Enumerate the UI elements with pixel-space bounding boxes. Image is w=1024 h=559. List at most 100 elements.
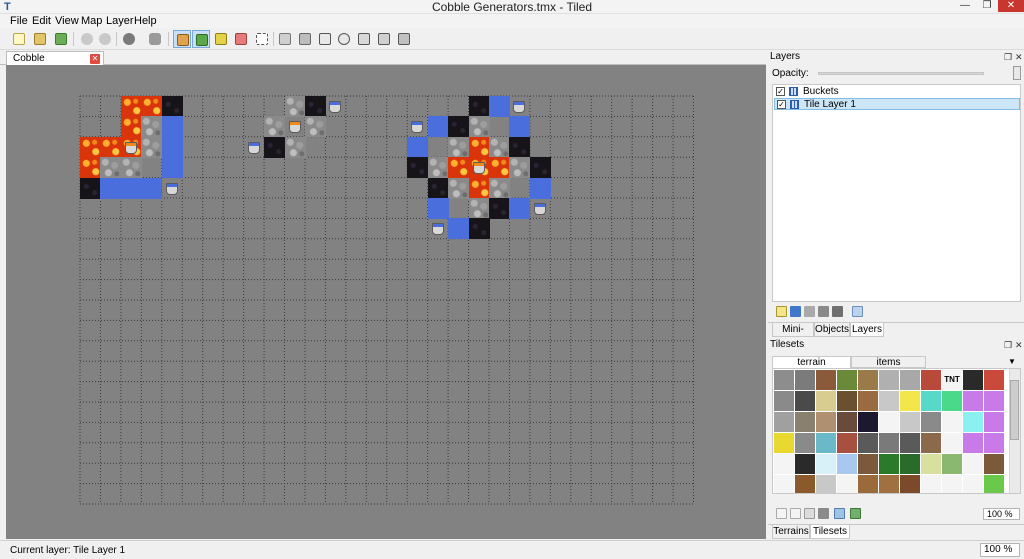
tileset-tile[interactable] (879, 370, 899, 390)
raise-layer-icon[interactable] (790, 306, 801, 317)
close-panel-icon[interactable]: ✕ (1015, 51, 1023, 63)
tileset-tile[interactable] (774, 412, 794, 432)
tileset-tile[interactable] (963, 475, 983, 493)
tileset-tile[interactable] (879, 454, 899, 474)
insert-tile-icon[interactable] (395, 30, 413, 48)
tileset-tile[interactable] (837, 391, 857, 411)
tileset-tile[interactable] (984, 454, 1004, 474)
tileset-tile[interactable] (837, 454, 857, 474)
tileset-tile[interactable] (795, 370, 815, 390)
select-objects-icon[interactable] (296, 30, 314, 48)
tileset-tile[interactable] (984, 475, 1004, 493)
insert-ellipse-icon[interactable] (335, 30, 353, 48)
tileset-tile[interactable] (837, 433, 857, 453)
tileset-tile[interactable] (921, 475, 941, 493)
tileset-tile[interactable] (774, 475, 794, 493)
export-tileset-icon[interactable] (804, 508, 815, 519)
tileset-tile[interactable] (795, 433, 815, 453)
document-tab[interactable]: Cobble Generators.tmx ✕ (6, 51, 104, 77)
tileset-tile[interactable] (984, 370, 1004, 390)
tileset-tile[interactable] (921, 454, 941, 474)
random-mode-icon[interactable] (146, 30, 164, 48)
tileset-tile[interactable] (963, 412, 983, 432)
new-map-icon[interactable] (10, 30, 28, 48)
menu-layer[interactable]: Layer (106, 14, 134, 28)
float-panel-icon[interactable]: ❐ (1004, 339, 1012, 351)
tileset-zoom-select[interactable]: 100 % (983, 508, 1020, 520)
stamp-brush-icon[interactable] (173, 30, 191, 48)
opacity-slider-handle[interactable] (1013, 66, 1021, 80)
tileset-tile[interactable] (837, 475, 857, 493)
tileset-tile[interactable] (816, 454, 836, 474)
tileset-tile[interactable] (942, 433, 962, 453)
tab-tilesets[interactable]: Tilesets (810, 525, 850, 539)
close-tab-icon[interactable]: ✕ (90, 54, 100, 64)
tileset-tile[interactable] (795, 454, 815, 474)
opacity-slider-track[interactable] (818, 72, 984, 75)
tileset-tile[interactable] (816, 370, 836, 390)
tileset-tile[interactable] (879, 475, 899, 493)
tileset-tile[interactable] (900, 454, 920, 474)
tileset-tile[interactable] (942, 391, 962, 411)
tileset-tile[interactable] (900, 475, 920, 493)
terrain-brush-icon[interactable] (192, 30, 210, 48)
tileset-tile[interactable] (774, 370, 794, 390)
import-tileset-icon[interactable] (790, 508, 801, 519)
tileset-tile[interactable] (858, 433, 878, 453)
tileset-tile[interactable] (942, 454, 962, 474)
maximize-button[interactable]: ❐ (976, 0, 998, 12)
float-panel-icon[interactable]: ❐ (1004, 51, 1012, 63)
tileset-tile[interactable] (774, 454, 794, 474)
close-panel-icon[interactable]: ✕ (1015, 339, 1023, 351)
close-window-button[interactable]: ✕ (998, 0, 1024, 12)
new-tileset-icon[interactable] (776, 508, 787, 519)
tileset-tile[interactable] (984, 433, 1004, 453)
tileset-tile[interactable] (984, 391, 1004, 411)
tileset-tile[interactable] (963, 391, 983, 411)
tileset-tile[interactable] (963, 370, 983, 390)
tileset-tile[interactable] (816, 391, 836, 411)
tileset-tile[interactable] (795, 412, 815, 432)
tileset-tile[interactable] (858, 370, 878, 390)
tileset-tile[interactable] (795, 475, 815, 493)
tileset-tile[interactable] (774, 433, 794, 453)
menu-edit[interactable]: Edit (32, 14, 51, 28)
tileset-tile[interactable] (963, 454, 983, 474)
bucket-fill-icon[interactable] (212, 30, 230, 48)
tileset-tile[interactable] (858, 391, 878, 411)
tileset-tab-terrain[interactable]: terrain (772, 356, 851, 368)
tab-terrains[interactable]: Terrains (772, 525, 810, 539)
save-icon[interactable] (52, 30, 70, 48)
eraser-icon[interactable] (232, 30, 250, 48)
tileset-tile[interactable] (879, 412, 899, 432)
tileset-tile[interactable] (942, 412, 962, 432)
tileset-tile[interactable] (900, 370, 920, 390)
insert-polygon-icon[interactable] (355, 30, 373, 48)
tileset-tile[interactable] (858, 475, 878, 493)
map-canvas[interactable] (6, 65, 766, 539)
tileset-properties-icon[interactable] (834, 508, 845, 519)
tileset-tile[interactable] (816, 433, 836, 453)
lower-layer-icon[interactable] (804, 306, 815, 317)
tileset-tile[interactable] (837, 412, 857, 432)
tileset-tile[interactable] (837, 370, 857, 390)
edit-terrain-icon[interactable] (850, 508, 861, 519)
map-zoom-select[interactable]: 100 % (980, 543, 1020, 557)
tileset-tile[interactable] (858, 412, 878, 432)
undo-icon[interactable] (78, 30, 96, 48)
tab-objects[interactable]: Objects (814, 323, 850, 337)
tileset-tile[interactable] (942, 475, 962, 493)
tileset-tile[interactable] (816, 412, 836, 432)
menu-help[interactable]: Help (134, 14, 157, 28)
tab-mini-map[interactable]: Mini-map (772, 323, 814, 348)
minimize-button[interactable]: — (954, 0, 976, 12)
layer-visibility-checkbox[interactable]: ✓ (777, 100, 786, 109)
commands-icon[interactable] (120, 30, 138, 48)
menu-map[interactable]: Map (81, 14, 102, 28)
add-layer-icon[interactable] (776, 306, 787, 317)
duplicate-layer-icon[interactable] (818, 306, 829, 317)
menu-view[interactable]: View (55, 14, 79, 28)
layer-row-tile-layer-1[interactable]: ✓ Tile Layer 1 (774, 98, 1020, 110)
rectangular-select-icon[interactable] (253, 30, 271, 48)
tileset-tile[interactable] (984, 412, 1004, 432)
